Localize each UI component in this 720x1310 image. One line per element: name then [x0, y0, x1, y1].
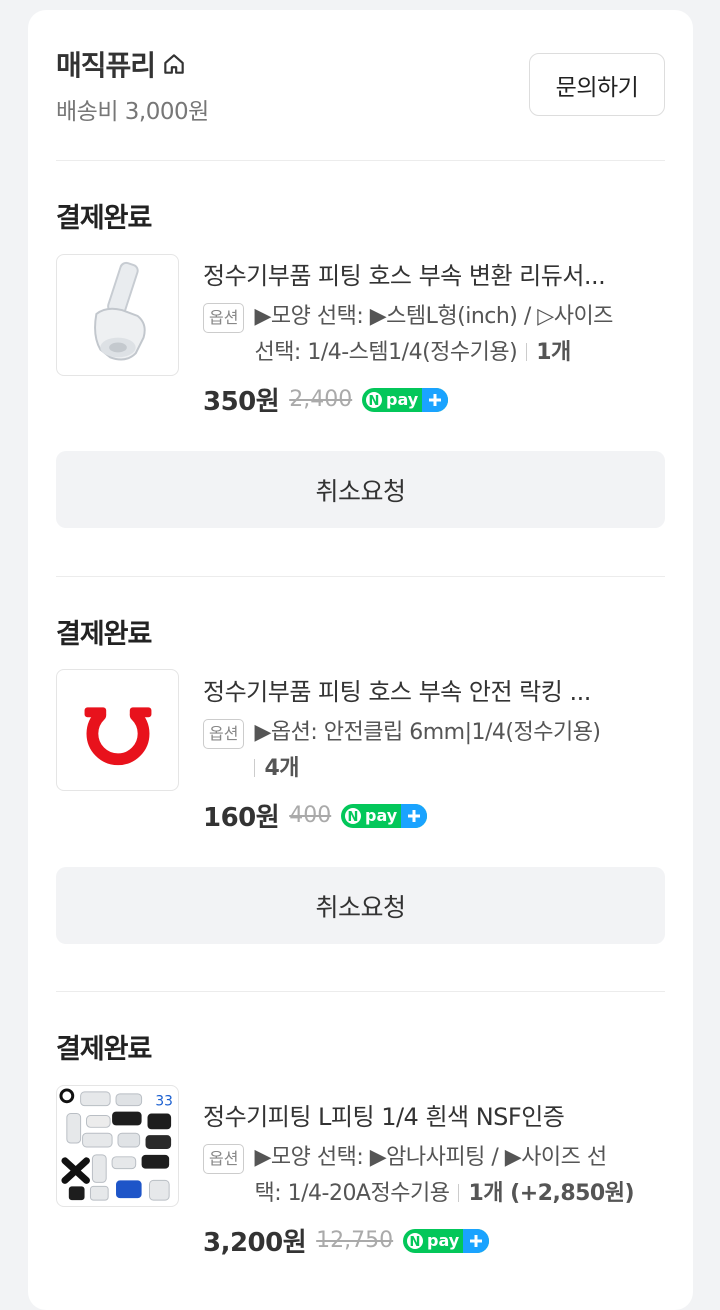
divider: [56, 160, 665, 161]
product-name[interactable]: 정수기피팅 L피팅 1/4 흰색 NSF인증: [203, 1097, 663, 1132]
fittings-collage-image: 33: [59, 1088, 173, 1201]
order-status: 결제완료: [56, 619, 152, 650]
svg-text:33: 33: [155, 1094, 173, 1110]
divider: [56, 576, 665, 577]
option-badge: 옵션: [203, 303, 245, 333]
store-name: 매직퓨리: [56, 49, 156, 82]
red-clip-image: [84, 707, 152, 766]
npay-plus-icon: Npay: [362, 387, 449, 412]
product-thumbnail[interactable]: [56, 254, 179, 376]
npay-label: pay: [427, 1231, 460, 1250]
npay-plus-icon: Npay: [403, 1228, 490, 1253]
original-price: 400: [289, 803, 332, 828]
quantity: 1개: [536, 340, 571, 365]
npay-label: pay: [365, 806, 398, 825]
shipping-fee: 배송비 3,000원: [56, 99, 209, 125]
product-info: 정수기피팅 L피팅 1/4 흰색 NSF인증 옵션 ▶모양 선택: ▶암나사피팅…: [203, 1097, 663, 1259]
store-home-icon: [164, 54, 184, 74]
white-elbow-fitting-image: [94, 261, 146, 361]
quantity: 4개: [264, 756, 300, 781]
order-card: 매직퓨리 배송비 3,000원 문의하기 결제완료 정수기부품 피팅 호스 부속…: [28, 10, 693, 1310]
sale-price: 350원: [203, 387, 280, 417]
order-status: 결제완료: [56, 203, 152, 234]
store-name-link[interactable]: 매직퓨리: [56, 44, 209, 84]
divider: [56, 991, 665, 992]
cancel-request-button[interactable]: 취소요청: [56, 451, 665, 528]
option-text: ▶옵션: 안전클립 6mm|1/4(정수기용) 4개: [254, 715, 601, 787]
product-thumbnail[interactable]: 33: [56, 1085, 179, 1207]
option-badge: 옵션: [203, 1144, 245, 1174]
option-line: 택: 1/4-20A정수기용: [254, 1181, 450, 1206]
sale-price: 160원: [203, 803, 280, 833]
cancel-request-button[interactable]: 취소요청: [56, 867, 665, 944]
option-line: ▶모양 선택: ▶암나사피팅 / ▶사이즈 선: [254, 1145, 607, 1170]
product-info: 정수기부품 피팅 호스 부속 변환 리듀서... 옵션 ▶모양 선택: ▶스템L…: [203, 256, 663, 418]
inquiry-button[interactable]: 문의하기: [529, 53, 665, 116]
npay-label: pay: [386, 390, 419, 409]
svg-text:N: N: [369, 394, 380, 409]
svg-text:N: N: [348, 810, 359, 825]
npay-plus-icon: Npay: [341, 803, 428, 828]
product-name[interactable]: 정수기부품 피팅 호스 부속 안전 락킹 ...: [203, 672, 663, 707]
option-badge: 옵션: [203, 719, 245, 749]
option-text: ▶모양 선택: ▶암나사피팅 / ▶사이즈 선 택: 1/4-20A정수기용 1개…: [254, 1140, 634, 1212]
product-name[interactable]: 정수기부품 피팅 호스 부속 변환 리듀서...: [203, 256, 663, 291]
svg-text:N: N: [410, 1235, 421, 1250]
product-info: 정수기부품 피팅 호스 부속 안전 락킹 ... 옵션 ▶옵션: 안전클립 6m…: [203, 672, 663, 834]
option-line: ▶옵션: 안전클립 6mm|1/4(정수기용): [254, 720, 601, 745]
quantity: 1개 (+2,850원): [468, 1181, 635, 1206]
sale-price: 3,200원: [203, 1228, 307, 1258]
option-line: 선택: 1/4-스템1/4(정수기용): [254, 340, 518, 365]
original-price: 2,400: [289, 387, 353, 412]
option-line: ▶모양 선택: ▶스템L형(inch) / ▷사이즈: [254, 304, 613, 329]
option-text: ▶모양 선택: ▶스템L형(inch) / ▷사이즈 선택: 1/4-스템1/4…: [254, 299, 613, 371]
store-header: 매직퓨리 배송비 3,000원: [56, 44, 209, 126]
order-status: 결제완료: [56, 1034, 152, 1065]
original-price: 12,750: [316, 1228, 394, 1253]
product-thumbnail[interactable]: [56, 669, 179, 791]
